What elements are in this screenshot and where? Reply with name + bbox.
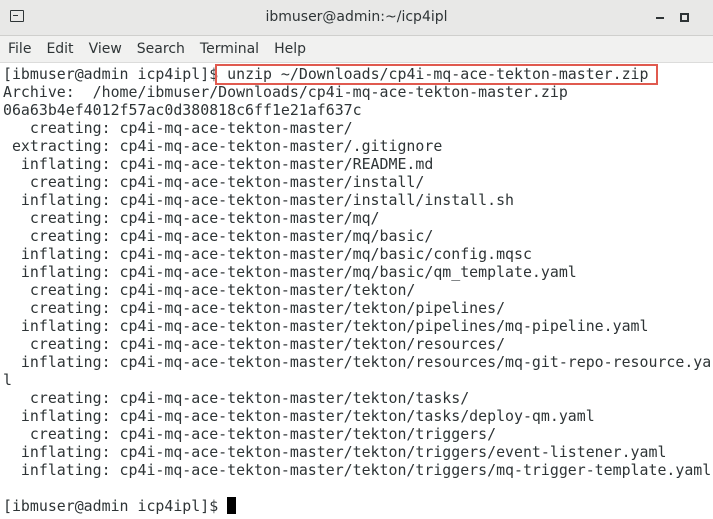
output-line: creating: cp4i-mq-ace-tekton-master/mq/: [3, 209, 380, 227]
output-line: inflating: cp4i-mq-ace-tekton-master/tek…: [3, 407, 595, 425]
minimize-icon[interactable]: [651, 12, 671, 26]
shell-prompt: [ibmuser@admin icp4ipl]$: [3, 497, 219, 515]
output-line: 06a63b4ef4012f57ac0d380818c6ff1e21af637c: [3, 101, 362, 119]
menu-search[interactable]: Search: [130, 36, 193, 63]
output-line: creating: cp4i-mq-ace-tekton-master/tekt…: [3, 281, 416, 299]
final-prompt-line: [ibmuser@admin icp4ipl]$: [3, 497, 237, 515]
menu-help[interactable]: Help: [267, 36, 314, 63]
menu-edit[interactable]: Edit: [39, 36, 81, 63]
output-line: inflating: cp4i-mq-ace-tekton-master/mq/…: [3, 263, 577, 281]
menu-bar: File Edit View Search Terminal Help: [0, 36, 713, 63]
output-line: creating: cp4i-mq-ace-tekton-master/tekt…: [3, 389, 470, 407]
output-line: creating: cp4i-mq-ace-tekton-master/: [3, 119, 353, 137]
shell-prompt: [ibmuser@admin icp4ipl]$: [3, 65, 219, 83]
output-line: creating: cp4i-mq-ace-tekton-master/tekt…: [3, 299, 506, 317]
window-title: ibmuser@admin:~/icp4ipl: [265, 9, 448, 25]
output-line: inflating: cp4i-mq-ace-tekton-master/tek…: [3, 317, 649, 335]
menu-view[interactable]: View: [82, 36, 130, 63]
maximize-icon[interactable]: [676, 11, 696, 27]
terminal-area[interactable]: [ibmuser@admin icp4ipl]$ unzip ~/Downloa…: [0, 63, 713, 519]
output-line: creating: cp4i-mq-ace-tekton-master/inst…: [3, 173, 425, 191]
menu-terminal[interactable]: Terminal: [193, 36, 267, 63]
output-line: inflating: cp4i-mq-ace-tekton-master/tek…: [3, 461, 712, 479]
output-line: inflating: cp4i-mq-ace-tekton-master/tek…: [3, 443, 667, 461]
command-highlight-box: [215, 64, 658, 85]
output-line: inflating: cp4i-mq-ace-tekton-master/tek…: [3, 353, 712, 371]
output-line: l: [3, 371, 12, 389]
output-line: extracting: cp4i-mq-ace-tekton-master/.g…: [3, 137, 443, 155]
output-line: creating: cp4i-mq-ace-tekton-master/mq/b…: [3, 227, 434, 245]
output-line: inflating: cp4i-mq-ace-tekton-master/REA…: [3, 155, 434, 173]
text-cursor: [227, 497, 237, 514]
output-line: inflating: cp4i-mq-ace-tekton-master/mq/…: [3, 245, 532, 263]
output-line: inflating: cp4i-mq-ace-tekton-master/ins…: [3, 191, 515, 209]
title-bar: ibmuser@admin:~/icp4ipl: [0, 0, 713, 36]
output-line: creating: cp4i-mq-ace-tekton-master/tekt…: [3, 335, 506, 353]
menu-file[interactable]: File: [0, 36, 39, 63]
output-line: Archive: /home/ibmuser/Downloads/cp4i-mq…: [3, 83, 568, 101]
output-line: creating: cp4i-mq-ace-tekton-master/tekt…: [3, 425, 497, 443]
